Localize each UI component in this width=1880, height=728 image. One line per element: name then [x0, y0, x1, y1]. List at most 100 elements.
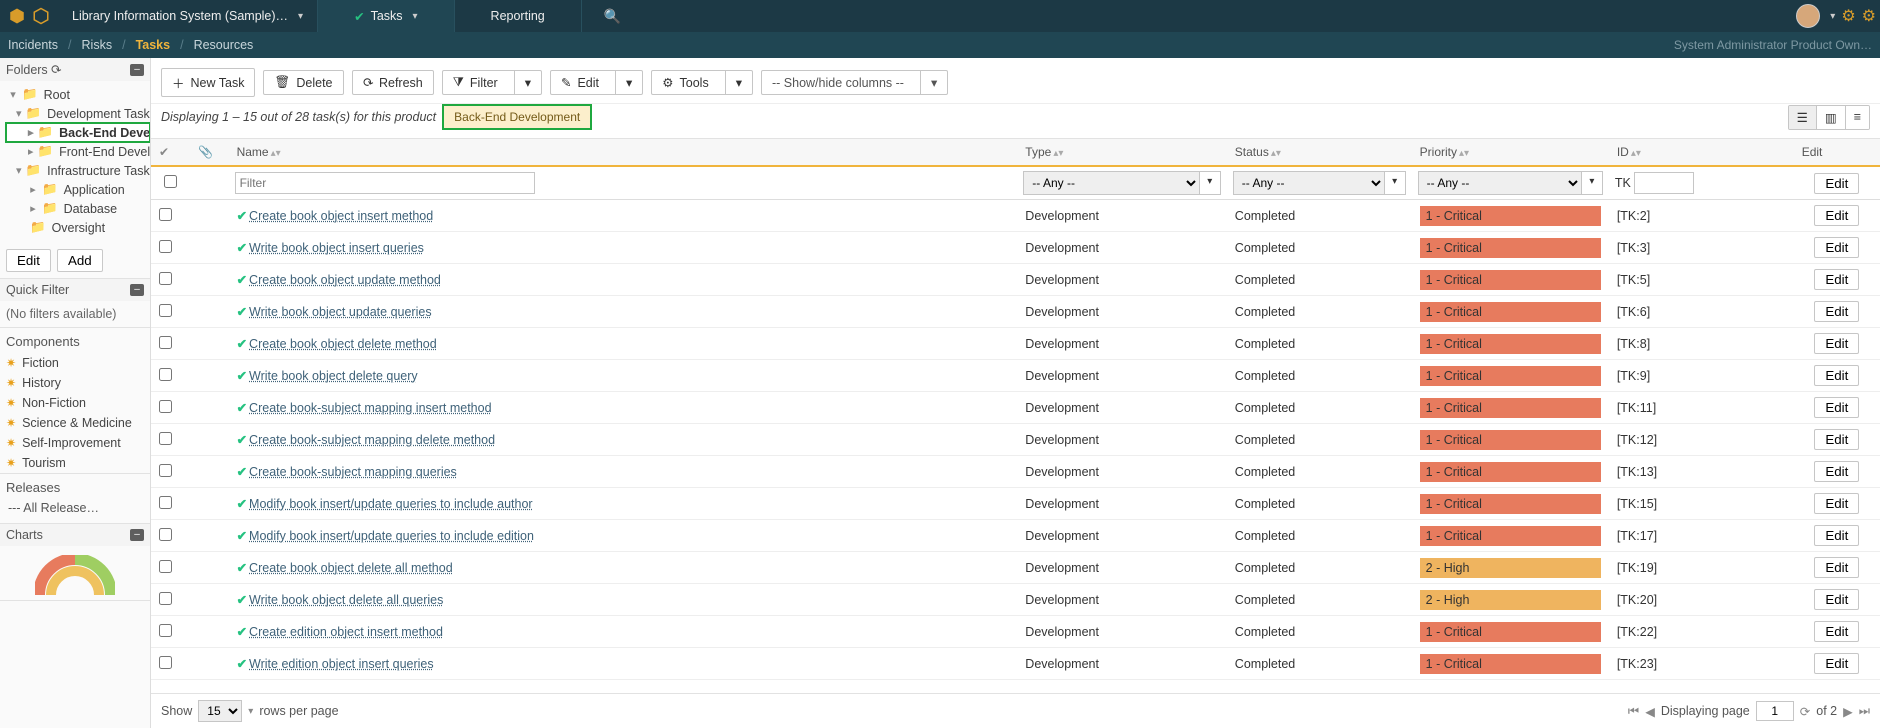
tree-dev-tasks[interactable]: 📁Development Tasks	[6, 104, 150, 123]
tab-tasks[interactable]: ✔ Tasks ▾	[317, 0, 453, 32]
table-row[interactable]: ✔Create book-subject mapping queriesDeve…	[151, 456, 1880, 488]
delete-button[interactable]: 🗑Delete	[263, 70, 343, 95]
component-item[interactable]: ✷History	[0, 373, 150, 393]
row-checkbox[interactable]	[159, 656, 172, 669]
task-link[interactable]: Write book object delete all queries	[249, 593, 443, 607]
id-filter-input[interactable]	[1634, 172, 1694, 194]
collapse-icon[interactable]: –	[130, 284, 144, 296]
row-edit-button[interactable]: Edit	[1814, 493, 1859, 514]
status-filter[interactable]: -- Any --	[1233, 171, 1385, 195]
filter-edit-button[interactable]: Edit	[1814, 173, 1859, 194]
collapse-icon[interactable]: –	[130, 64, 144, 76]
crumb-incidents[interactable]: Incidents	[8, 38, 58, 52]
type-filter[interactable]: -- Any --	[1023, 171, 1200, 195]
row-edit-button[interactable]: Edit	[1814, 621, 1859, 642]
row-checkbox[interactable]	[159, 208, 172, 221]
tree-backend[interactable]: 📁Back-End Develo…	[6, 123, 150, 142]
refresh-button[interactable]: ⟳Refresh	[352, 70, 434, 95]
row-edit-button[interactable]: Edit	[1814, 461, 1859, 482]
collapse-icon[interactable]: –	[130, 529, 144, 541]
table-row[interactable]: ✔Write book object delete queryDevelopme…	[151, 360, 1880, 392]
row-checkbox[interactable]	[159, 336, 172, 349]
page-input[interactable]	[1756, 701, 1794, 721]
view-list-icon[interactable]: ☰	[1789, 106, 1816, 129]
crumb-resources[interactable]: Resources	[194, 38, 254, 52]
row-edit-button[interactable]: Edit	[1814, 397, 1859, 418]
table-row[interactable]: ✔Create book-subject mapping delete meth…	[151, 424, 1880, 456]
tree-infra[interactable]: 📁Infrastructure Tasks	[6, 161, 150, 180]
view-gantt-icon[interactable]: ≡	[1845, 106, 1869, 129]
avatar[interactable]	[1796, 4, 1820, 28]
row-checkbox[interactable]	[159, 432, 172, 445]
gear-icon[interactable]: ⚙	[1862, 6, 1876, 26]
col-status[interactable]: Status▴▾	[1227, 139, 1412, 166]
task-link[interactable]: Create book-subject mapping insert metho…	[249, 401, 492, 415]
row-checkbox[interactable]	[159, 592, 172, 605]
row-edit-button[interactable]: Edit	[1814, 301, 1859, 322]
caret-down-icon[interactable]: ▾	[514, 71, 541, 94]
caret-down-icon[interactable]: ▾	[248, 706, 253, 717]
prev-page-icon[interactable]: ◀	[1645, 704, 1655, 719]
priority-filter[interactable]: -- Any --	[1418, 171, 1582, 195]
filter-button[interactable]: ⧩Filter▾	[442, 70, 542, 95]
row-edit-button[interactable]: Edit	[1814, 365, 1859, 386]
task-link[interactable]: Create book object update method	[249, 273, 441, 287]
tree-root[interactable]: 📁Root	[6, 85, 150, 104]
table-row[interactable]: ✔Create book object insert methodDevelop…	[151, 200, 1880, 232]
row-checkbox[interactable]	[159, 496, 172, 509]
task-link[interactable]: Create book-subject mapping queries	[249, 465, 457, 479]
component-item[interactable]: ✷Tourism	[0, 453, 150, 473]
tools-button[interactable]: ⚙Tools▾	[651, 70, 753, 95]
task-link[interactable]: Modify book insert/update queries to inc…	[249, 497, 533, 511]
gear-icon[interactable]: ⚙	[1841, 6, 1855, 26]
show-hide-columns[interactable]: -- Show/hide columns --▾	[761, 70, 948, 95]
row-checkbox[interactable]	[159, 528, 172, 541]
task-link[interactable]: Create book-subject mapping delete metho…	[249, 433, 495, 447]
new-task-button[interactable]: ＋New Task	[161, 68, 255, 97]
row-checkbox[interactable]	[159, 560, 172, 573]
refresh-icon[interactable]: ⟳	[1800, 704, 1810, 719]
task-link[interactable]: Write book object delete query	[249, 369, 418, 383]
row-checkbox[interactable]	[159, 368, 172, 381]
next-page-icon[interactable]: ▶	[1843, 704, 1853, 719]
task-link[interactable]: Create edition object insert method	[249, 625, 443, 639]
task-link[interactable]: Create book object delete method	[249, 337, 437, 351]
component-item[interactable]: ✷Science & Medicine	[0, 413, 150, 433]
page-size-select[interactable]: 15	[198, 700, 242, 722]
row-edit-button[interactable]: Edit	[1814, 525, 1859, 546]
row-edit-button[interactable]: Edit	[1814, 653, 1859, 674]
crumb-tasks[interactable]: Tasks	[136, 38, 171, 52]
last-page-icon[interactable]: ⏭	[1859, 704, 1870, 719]
caret-down-icon[interactable]: ▾	[725, 71, 752, 94]
table-row[interactable]: ✔Create edition object insert methodDeve…	[151, 616, 1880, 648]
tree-database[interactable]: 📁Database	[6, 199, 150, 218]
row-edit-button[interactable]: Edit	[1814, 429, 1859, 450]
refresh-icon[interactable]: ⟳	[49, 61, 64, 79]
row-checkbox[interactable]	[159, 304, 172, 317]
caret-down-icon[interactable]: ▾	[615, 71, 642, 94]
releases-all[interactable]: --- All Release…	[0, 499, 150, 523]
row-checkbox[interactable]	[159, 400, 172, 413]
row-checkbox[interactable]	[159, 272, 172, 285]
table-row[interactable]: ✔Create book object update methodDevelop…	[151, 264, 1880, 296]
row-checkbox[interactable]	[159, 464, 172, 477]
col-priority[interactable]: Priority▴▾	[1412, 139, 1609, 166]
task-link[interactable]: Create book object delete all method	[249, 561, 453, 575]
caret-down-icon[interactable]: ▾	[1582, 171, 1603, 195]
caret-down-icon[interactable]: ▾	[1200, 171, 1221, 195]
table-row[interactable]: ✔Write book object update queriesDevelop…	[151, 296, 1880, 328]
col-id[interactable]: ID▴▾	[1609, 139, 1794, 166]
row-edit-button[interactable]: Edit	[1814, 269, 1859, 290]
table-row[interactable]: ✔Create book-subject mapping insert meth…	[151, 392, 1880, 424]
row-edit-button[interactable]: Edit	[1814, 589, 1859, 610]
tree-application[interactable]: 📁Application	[6, 180, 150, 199]
folder-add-button[interactable]: Add	[57, 249, 103, 272]
row-edit-button[interactable]: Edit	[1814, 205, 1859, 226]
crumb-risks[interactable]: Risks	[82, 38, 113, 52]
table-row[interactable]: ✔Write book object insert queriesDevelop…	[151, 232, 1880, 264]
table-row[interactable]: ✔Write edition object insert queriesDeve…	[151, 648, 1880, 680]
row-checkbox[interactable]	[159, 624, 172, 637]
col-name[interactable]: Name▴▾	[229, 139, 1018, 166]
table-row[interactable]: ✔Modify book insert/update queries to in…	[151, 488, 1880, 520]
row-checkbox[interactable]	[159, 240, 172, 253]
